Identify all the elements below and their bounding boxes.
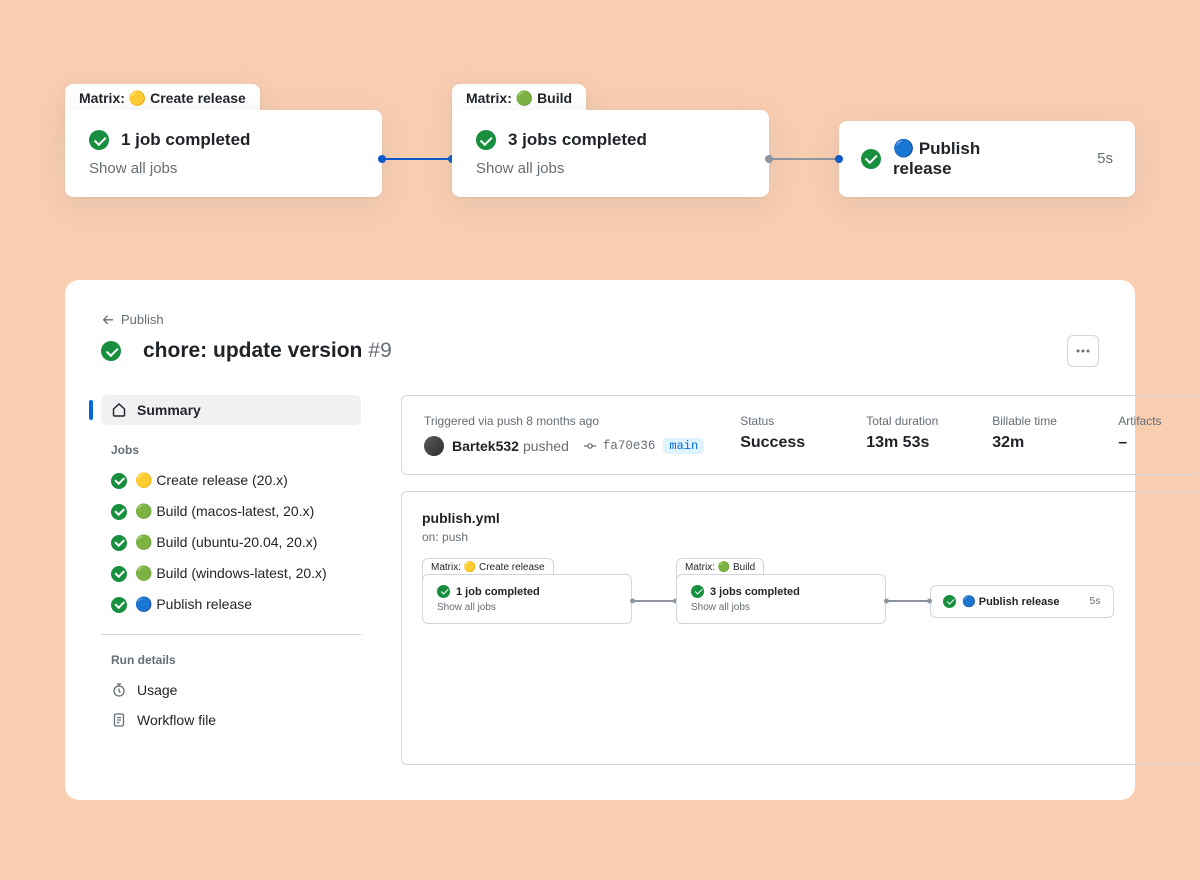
success-icon (111, 504, 127, 520)
actor-avatar[interactable] (424, 436, 444, 456)
commit-sha[interactable]: fa70e36 (603, 439, 656, 453)
arrow-left-icon (101, 313, 115, 327)
job-item-build-ubuntu[interactable]: 🟢 Build (ubuntu-20.04, 20.x) (101, 527, 361, 558)
sidebar-item-label: Summary (137, 402, 201, 418)
workflow-graph-zoom: Matrix: 🟡 Create release 1 job completed… (65, 110, 1135, 197)
show-all-jobs-link[interactable]: Show all jobs (437, 602, 617, 613)
workflow-on: on: push (422, 530, 1180, 544)
actor-name[interactable]: Bartek532 (452, 438, 519, 454)
actions-menu-button[interactable] (1067, 335, 1099, 367)
success-icon (861, 149, 881, 169)
trigger-text: Triggered via push 8 months ago (424, 414, 704, 428)
stat-artifacts: Artifacts – (1118, 414, 1178, 456)
breadcrumb-label: Publish (121, 312, 164, 327)
graph-edge (382, 158, 452, 160)
run-panel: Publish chore: update version #9 Summary… (65, 280, 1135, 800)
matrix-node-build[interactable]: Matrix: 🟢 Build 3 jobs completed Show al… (676, 574, 886, 624)
kebab-icon (1075, 343, 1091, 359)
branch-chip[interactable]: main (663, 438, 704, 454)
job-item-build-windows[interactable]: 🟢 Build (windows-latest, 20.x) (101, 558, 361, 589)
node-title: 1 job completed (121, 130, 250, 150)
jobs-group-label: Jobs (111, 443, 361, 457)
matrix-node-build[interactable]: Matrix: 🟢 Build 3 jobs completed Show al… (452, 110, 769, 197)
commit-icon (583, 439, 597, 453)
job-item-publish-release[interactable]: 🔵 Publish release (101, 589, 361, 620)
run-number: #9 (368, 339, 391, 363)
sidebar-item-label: 🟢 Build (ubuntu-20.04, 20.x) (135, 534, 317, 551)
sidebar-item-label: 🟡 Create release (20.x) (135, 472, 288, 489)
run-summary-card: Triggered via push 8 months ago Bartek53… (401, 395, 1200, 475)
success-icon (437, 585, 450, 598)
workflow-card: publish.yml on: push Matrix: 🟡 Create re… (401, 491, 1200, 765)
run-main: Triggered via push 8 months ago Bartek53… (401, 395, 1200, 765)
node-duration: 5s (1097, 150, 1113, 167)
node-title: 3 jobs completed (710, 586, 800, 598)
success-icon (943, 595, 956, 608)
job-node-publish-release[interactable]: 🔵 Publish release 5s (930, 585, 1114, 618)
job-item-build-macos[interactable]: 🟢 Build (macos-latest, 20.x) (101, 496, 361, 527)
graph-edge (632, 600, 676, 602)
node-title: 1 job completed (456, 586, 540, 598)
success-icon (691, 585, 704, 598)
node-title: 3 jobs completed (508, 130, 647, 150)
run-title: chore: update version #9 (101, 339, 392, 363)
job-item-create-release[interactable]: 🟡 Create release (20.x) (101, 465, 361, 496)
success-icon (111, 566, 127, 582)
node-duration: 5s (1089, 595, 1100, 607)
workflow-file-name: publish.yml (422, 510, 1180, 526)
sidebar-item-label: Usage (137, 682, 177, 698)
success-icon (111, 597, 127, 613)
sidebar-item-label: Workflow file (137, 712, 216, 728)
graph-edge (886, 600, 930, 602)
success-icon (111, 535, 127, 551)
sidebar-item-label: 🟢 Build (windows-latest, 20.x) (135, 565, 327, 582)
success-icon (111, 473, 127, 489)
sidebar-item-label: 🟢 Build (macos-latest, 20.x) (135, 503, 314, 520)
stat-billable: Billable time 32m (992, 414, 1082, 456)
success-icon (89, 130, 109, 150)
show-all-jobs-link[interactable]: Show all jobs (476, 160, 745, 177)
action-verb: pushed (523, 438, 569, 454)
workflow-file-icon (111, 712, 127, 728)
sidebar-divider (101, 634, 361, 635)
success-icon (101, 341, 121, 361)
graph-edge (769, 158, 839, 160)
sidebar-item-usage[interactable]: Usage (101, 675, 361, 705)
breadcrumb-back[interactable]: Publish (101, 312, 164, 327)
success-icon (476, 130, 496, 150)
run-name: chore: update version (143, 339, 362, 363)
stat-duration: Total duration 13m 53s (866, 414, 956, 456)
workflow-graph: Matrix: 🟡 Create release 1 job completed… (422, 574, 1180, 624)
matrix-node-create-release[interactable]: Matrix: 🟡 Create release 1 job completed… (422, 574, 632, 624)
home-icon (111, 402, 127, 418)
sidebar-item-summary[interactable]: Summary (101, 395, 361, 425)
stat-status: Status Success (740, 414, 830, 456)
job-node-publish-release[interactable]: 🔵 Publish release 5s (839, 121, 1135, 197)
node-title: 🔵 Publish release (962, 595, 1059, 608)
show-all-jobs-link[interactable]: Show all jobs (89, 160, 358, 177)
run-details-group-label: Run details (111, 653, 361, 667)
node-title: 🔵 Publish release (893, 139, 1037, 179)
stopwatch-icon (111, 682, 127, 698)
sidebar-item-label: 🔵 Publish release (135, 596, 252, 613)
show-all-jobs-link[interactable]: Show all jobs (691, 602, 871, 613)
run-sidebar: Summary Jobs 🟡 Create release (20.x) 🟢 B… (101, 395, 361, 765)
matrix-node-create-release[interactable]: Matrix: 🟡 Create release 1 job completed… (65, 110, 382, 197)
sidebar-item-workflow-file[interactable]: Workflow file (101, 705, 361, 735)
